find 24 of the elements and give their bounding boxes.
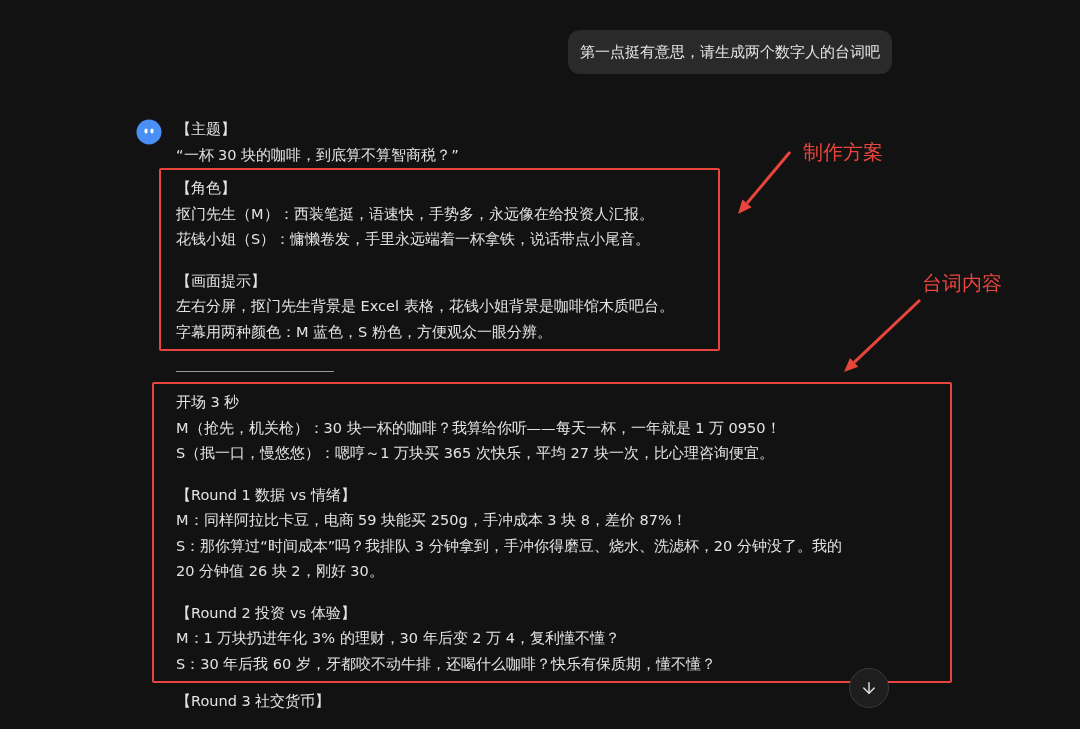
section-heading: 开场 3 秒: [176, 393, 240, 412]
text-line: S：30 年后我 60 岁，牙都咬不动牛排，还喝什么咖啡？快乐有保质期，懂不懂？: [176, 654, 716, 674]
text-line: “一杯 30 块的咖啡，到底算不算智商税？”: [176, 145, 459, 165]
text-line: M：同样阿拉比卡豆，电商 59 块能买 250g，手冲成本 3 块 8，差价 87%！: [176, 511, 687, 530]
text-line: 抠门先生（M）：西装笔挺，语速快，手势多，永远像在给投资人汇报。: [176, 204, 654, 224]
user-message: 第一点挺有意思，请生成两个数字人的台词吧: [568, 30, 892, 74]
text-line: S：那你算过“时间成本”吗？我排队 3 分钟拿到，手冲你得磨豆、烧水、洗滤杯，20 分钟没了。我的 20 分钟值 26 块 2，刚好 30。: [176, 536, 843, 581]
text-line: 左右分屏，抠门先生背景是 Excel 表格，花钱小姐背景是咖啡馆木质吧台。: [176, 297, 674, 316]
text-line: S（抿一口，慢悠悠）：嗯哼～1 万块买 365 次快乐，平均 27 块一次，比心理咨询便宜。: [176, 444, 774, 463]
section-heading: 【Round 2 投资 vs 体验】: [176, 603, 356, 623]
section-heading: 【Round 1 数据 vs 情绪】: [176, 485, 356, 505]
avatar-icon: [136, 119, 162, 145]
text-line: 【主题】: [176, 120, 236, 139]
text-line: 【Round 3 社交货币】: [176, 692, 331, 711]
text-line: M（抢先，机关枪）：30 块一杯的咖啡？我算给你听——每天一杯，一年就是 1 万 0950！: [176, 418, 781, 438]
scroll-down-button[interactable]: [849, 668, 889, 708]
section-heading: 【画面提示】: [176, 271, 266, 291]
annotation-label: 台词内容: [922, 270, 1002, 297]
section-heading: 【角色】: [176, 179, 236, 198]
text-line: 字幕用两种颜色：M 蓝色，S 粉色，方便观众一眼分辨。: [176, 322, 552, 342]
arrow-down-icon: [860, 679, 878, 697]
text-line: 花钱小姐（S）：慵懒卷发，手里永远端着一杯拿铁，说话带点小尾音。: [176, 230, 651, 249]
text-line: M：1 万块扔进年化 3% 的理财，30 年后变 2 万 4，复利懂不懂？: [176, 629, 620, 648]
annotation-label: 制作方案: [803, 139, 883, 166]
